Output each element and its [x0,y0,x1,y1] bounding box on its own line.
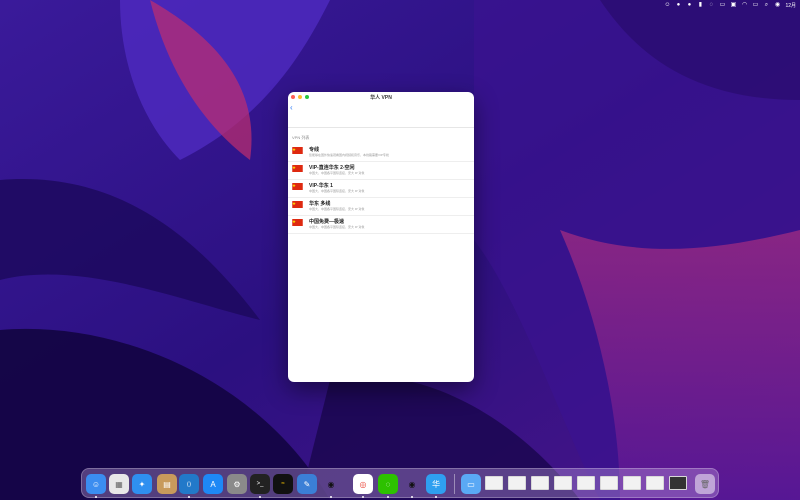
input-method-icon[interactable]: ▣ [730,2,737,8]
china-flag-icon [292,147,303,154]
minimized-window-thumbnail[interactable] [531,476,549,490]
minimized-window-thumbnail[interactable] [554,476,572,490]
wechat-icon[interactable]: ◌ [378,474,398,494]
china-flag-icon [292,219,303,226]
vpn-list: 专线 您能够在国外快速观看国内视频和音乐，本线路需要VIP专线 VIP-直连华东… [288,144,474,234]
display-icon[interactable]: ▭ [752,2,759,8]
qq-icon[interactable]: ◉ [321,474,341,494]
running-indicator [411,496,413,498]
china-flag-icon [292,201,303,208]
running-indicator [188,496,190,498]
huaren-vpn-icon[interactable]: 华 [426,474,446,494]
terminal-icon[interactable]: >_ [250,474,270,494]
battery-icon[interactable]: ▮ [697,2,703,8]
zoom-button[interactable] [305,95,309,99]
xcode-icon[interactable]: ✎ [297,474,317,494]
vpn-list-item[interactable]: VIP-华东 1 中国大，中国各平国际连接，安大 IP 对象 [288,180,474,198]
vpn-description: 中国大，中国各平国际连接，安大 IP 对象 [309,207,365,211]
minimized-window-thumbnail[interactable] [577,476,595,490]
microphone-icon[interactable]: ● [686,2,692,8]
downloads-folder-icon[interactable]: ▭ [461,474,481,494]
minimized-window-thumbnail[interactable] [669,476,687,490]
archive-icon[interactable]: ▤ [157,474,177,494]
chevron-left-icon[interactable]: ‹ [290,104,293,112]
traffic-lights [291,95,309,99]
card-icon[interactable]: ▭ [719,2,726,8]
window-toolbar: ‹ [288,102,474,128]
menu-bar-clock[interactable]: 12月 [785,2,796,9]
trash-icon[interactable]: 🗑 [695,474,715,494]
safari-icon[interactable]: ✦ [132,474,152,494]
minimized-window-thumbnail[interactable] [623,476,641,490]
vpn-app-window: 华人 VPN ‹ VPN 列表 专线 您能够在国外快速观看国内视频和音乐，本线路… [288,92,474,382]
vpn-list-item[interactable]: VIP-直连华东 2-空闲 中国大，中国各平国际连接，安大 IP 对象 [288,162,474,180]
app-store-icon[interactable]: A [203,474,223,494]
running-indicator [435,496,437,498]
vpn-description: 中国大，中国各平国际连接，安大 IP 对象 [309,225,365,229]
wechat-icon[interactable]: ◌ [708,2,714,8]
section-title: VPN 列表 [292,135,310,140]
activity-monitor-icon[interactable]: ≈ [273,474,293,494]
qq-icon[interactable]: ◉ [402,474,422,494]
dock: ☺ ▦ ✦ ▤ ⟨⟩ A ⚙ >_ ≈ ✎ ◉ ◎ ◌ ◉ 华 ▭ 🗑 [81,468,719,498]
vpn-list-item[interactable]: 华东 多线 中国大，中国各平国际连接，安大 IP 对象 [288,198,474,216]
minimize-button[interactable] [298,95,302,99]
running-indicator [362,496,364,498]
wifi-icon[interactable]: ◠ [741,2,747,8]
microphone-icon[interactable]: ● [675,2,681,8]
vscode-icon[interactable]: ⟨⟩ [179,474,199,494]
vpn-list-item[interactable]: 专线 您能够在国外快速观看国内视频和音乐，本线路需要VIP专线 [288,144,474,162]
smiley-icon[interactable]: ☺ [664,2,670,8]
china-flag-icon [292,165,303,172]
vpn-description: 中国大，中国各平国际连接，安大 IP 对象 [309,171,365,175]
minimized-window-thumbnail[interactable] [600,476,618,490]
finder-icon[interactable]: ☺ [86,474,106,494]
running-indicator [387,496,389,498]
close-button[interactable] [291,95,295,99]
chrome-icon[interactable]: ◎ [353,474,373,494]
vpn-list-item[interactable]: 中国免费—极速 中国大，中国各平国际连接，安大 IP 对象 [288,216,474,234]
window-titlebar: 华人 VPN [288,92,474,102]
running-indicator [95,496,97,498]
vpn-description: 中国大，中国各平国际连接，安大 IP 对象 [309,189,365,193]
vpn-description: 您能够在国外快速观看国内视频和音乐，本线路需要VIP专线 [309,153,389,157]
menu-bar: ☺ ● ● ▮ ◌ ▭ ▣ ◠ ▭ ⌕ ◉ 12月 [0,0,800,10]
minimized-window-thumbnail[interactable] [508,476,526,490]
minimized-window-thumbnail[interactable] [646,476,664,490]
china-flag-icon [292,183,303,190]
search-icon[interactable]: ⌕ [763,2,769,8]
dock-separator [454,474,455,494]
control-center-icon[interactable]: ◉ [774,2,780,8]
launchpad-icon[interactable]: ▦ [109,474,129,494]
system-preferences-icon[interactable]: ⚙ [227,474,247,494]
window-title: 华人 VPN [370,94,392,101]
minimized-window-thumbnail[interactable] [485,476,503,490]
running-indicator [330,496,332,498]
running-indicator [259,496,261,498]
